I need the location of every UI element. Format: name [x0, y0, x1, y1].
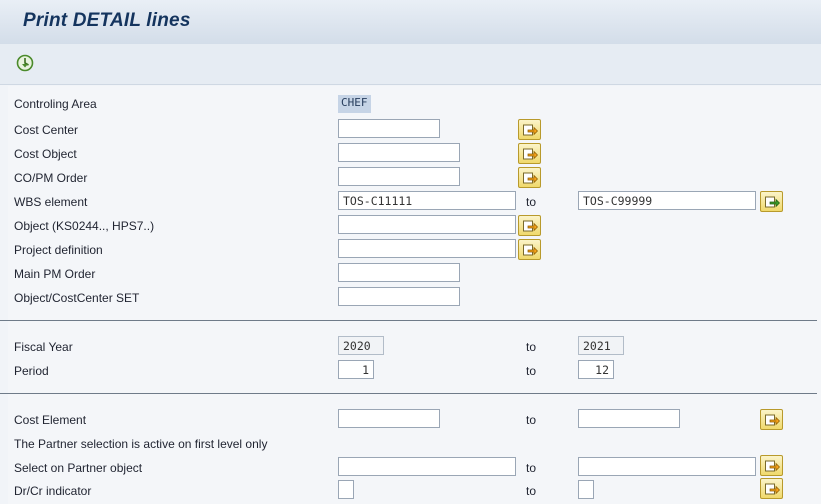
co-pm-order-multiple-selection-button[interactable] — [518, 167, 541, 188]
wbs-element-multiple-selection-button[interactable] — [760, 191, 783, 212]
cost-center-input[interactable] — [338, 119, 440, 138]
partner-object-to-label: to — [526, 461, 537, 475]
fiscal-year-from-input[interactable]: 2020 — [338, 336, 384, 355]
partner-object-label: Select on Partner object — [14, 461, 143, 475]
page-title: Print DETAIL lines — [23, 10, 191, 31]
partner-object-multiple-selection-button[interactable] — [760, 455, 783, 476]
fiscal-year-to-input[interactable]: 2021 — [578, 336, 624, 355]
cost-element-to-label: to — [526, 413, 537, 427]
multiple-selection-arrow-icon — [523, 124, 538, 136]
cost-element-from-input[interactable] — [338, 409, 440, 428]
cost-object-label: Cost Object — [14, 147, 77, 161]
object-multiple-selection-button[interactable] — [518, 215, 541, 236]
multiple-selection-arrow-icon — [523, 244, 538, 256]
project-definition-multiple-selection-button[interactable] — [518, 239, 541, 260]
dr-cr-indicator-label: Dr/Cr indicator — [14, 484, 92, 498]
partner-selection-note: The Partner selection is active on first… — [14, 437, 268, 451]
multiple-selection-active-icon — [765, 196, 780, 208]
section-divider — [0, 393, 817, 394]
dr-cr-indicator-to-input[interactable] — [578, 480, 594, 499]
cost-object-input[interactable] — [338, 143, 460, 162]
wbs-element-from-input[interactable]: TOS-C11111 — [338, 191, 516, 210]
dr-cr-indicator-from-input[interactable] — [338, 480, 354, 499]
fiscal-year-label: Fiscal Year — [14, 340, 73, 354]
wbs-element-to-label: to — [526, 195, 537, 209]
object-costcenter-set-label: Object/CostCenter SET — [14, 291, 140, 305]
multiple-selection-arrow-icon — [523, 148, 538, 160]
object-input[interactable] — [338, 215, 516, 234]
application-toolbar — [0, 44, 821, 85]
project-definition-label: Project definition — [14, 243, 103, 257]
multiple-selection-arrow-icon — [523, 220, 538, 232]
main-pm-order-input[interactable] — [338, 263, 460, 282]
period-from-input[interactable]: 1 — [338, 360, 374, 379]
cost-object-multiple-selection-button[interactable] — [518, 143, 541, 164]
controlling-area-label: Controling Area — [14, 97, 97, 111]
multiple-selection-arrow-icon — [765, 483, 780, 495]
cost-element-multiple-selection-button[interactable] — [760, 409, 783, 430]
cost-element-to-input[interactable] — [578, 409, 680, 428]
multiple-selection-arrow-icon — [765, 460, 780, 472]
dr-cr-indicator-multiple-selection-button[interactable] — [760, 478, 783, 499]
period-label: Period — [14, 364, 49, 378]
controlling-area-value: CHEF — [338, 95, 371, 113]
multiple-selection-arrow-icon — [765, 414, 780, 426]
object-costcenter-set-input[interactable] — [338, 287, 460, 306]
multiple-selection-arrow-icon — [523, 172, 538, 184]
title-bar: Print DETAIL lines — [0, 0, 821, 45]
partner-object-from-input[interactable] — [338, 457, 516, 476]
cost-element-label: Cost Element — [14, 413, 87, 427]
period-to-input[interactable]: 12 — [578, 360, 614, 379]
section-divider — [0, 320, 817, 321]
partner-object-to-input[interactable] — [578, 457, 756, 476]
wbs-element-to-input[interactable]: TOS-C99999 — [578, 191, 756, 210]
co-pm-order-input[interactable] — [338, 167, 460, 186]
wbs-element-label: WBS element — [14, 195, 88, 209]
main-pm-order-label: Main PM Order — [14, 267, 96, 281]
cost-center-multiple-selection-button[interactable] — [518, 119, 541, 140]
project-definition-input[interactable] — [338, 239, 516, 258]
execute-clock-icon[interactable] — [16, 54, 34, 72]
cost-center-label: Cost Center — [14, 123, 79, 137]
fiscal-year-to-label: to — [526, 340, 537, 354]
co-pm-order-label: CO/PM Order — [14, 171, 88, 185]
object-label: Object (KS0244.., HPS7..) — [14, 219, 155, 233]
period-to-label: to — [526, 364, 537, 378]
dr-cr-indicator-to-label: to — [526, 484, 537, 498]
